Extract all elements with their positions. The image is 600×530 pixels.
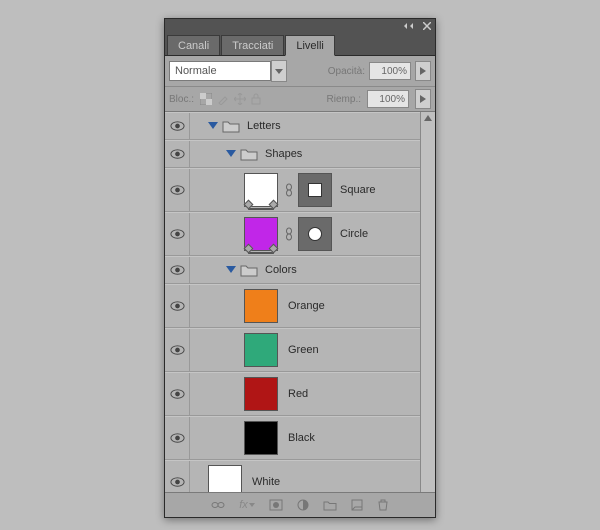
- lock-paint-icon[interactable]: [217, 93, 229, 105]
- disclosure-icon[interactable]: [208, 120, 218, 133]
- new-group-icon[interactable]: [323, 499, 337, 511]
- lock-transparency-icon[interactable]: [200, 93, 212, 105]
- vector-mask-thumb[interactable]: [298, 217, 332, 251]
- fill-flyout[interactable]: [415, 89, 431, 109]
- panel-topbar: [165, 19, 435, 33]
- visibility-icon[interactable]: [170, 121, 185, 131]
- lock-icons: [200, 93, 261, 105]
- link-icon[interactable]: [284, 227, 294, 241]
- mask-icon[interactable]: [269, 499, 283, 511]
- layer-list: Letters Shapes Square: [165, 112, 420, 492]
- layer-thumb[interactable]: [244, 217, 278, 251]
- link-icon[interactable]: [284, 183, 294, 197]
- layer-white[interactable]: White: [165, 460, 420, 492]
- tabs: Canali Tracciati Livelli: [165, 33, 435, 56]
- lock-row: Bloc.: Riemp.: 100%: [165, 87, 435, 112]
- layer-thumb[interactable]: [244, 377, 278, 411]
- tab-livelli[interactable]: Livelli: [285, 35, 335, 56]
- fill-label: Riemp.:: [327, 94, 361, 105]
- blend-mode-caret[interactable]: [271, 60, 287, 82]
- folder-icon: [221, 118, 241, 134]
- layer-name: White: [252, 476, 280, 488]
- layers-panel: Canali Tracciati Livelli Normale Opacità…: [164, 18, 436, 518]
- fx-icon[interactable]: fx: [239, 499, 255, 511]
- layer-circle[interactable]: Circle: [165, 212, 420, 256]
- visibility-icon[interactable]: [170, 345, 185, 355]
- link-layers-icon[interactable]: [211, 500, 225, 510]
- layer-name: Circle: [340, 228, 368, 240]
- visibility-icon[interactable]: [170, 185, 185, 195]
- layer-thumb[interactable]: [244, 333, 278, 367]
- layer-name: Orange: [288, 300, 325, 312]
- lock-all-icon[interactable]: [251, 93, 261, 105]
- layer-thumb[interactable]: [244, 173, 278, 207]
- lock-label: Bloc.:: [169, 94, 194, 105]
- folder-icon: [239, 146, 259, 162]
- visibility-icon[interactable]: [170, 301, 185, 311]
- layer-square[interactable]: Square: [165, 168, 420, 212]
- fill-input[interactable]: 100%: [367, 90, 409, 108]
- new-layer-icon[interactable]: [351, 499, 363, 511]
- layer-orange[interactable]: Orange: [165, 284, 420, 328]
- close-icon[interactable]: [423, 22, 431, 30]
- layer-name: Colors: [265, 264, 297, 276]
- layer-name: Square: [340, 184, 375, 196]
- layer-red[interactable]: Red: [165, 372, 420, 416]
- disclosure-icon[interactable]: [226, 148, 236, 161]
- opacity-input[interactable]: 100%: [369, 62, 411, 80]
- delete-icon[interactable]: [377, 499, 389, 511]
- layer-green[interactable]: Green: [165, 328, 420, 372]
- layer-thumb[interactable]: [208, 465, 242, 492]
- tab-tracciati[interactable]: Tracciati: [221, 35, 284, 55]
- layer-black[interactable]: Black: [165, 416, 420, 460]
- layers-area: Letters Shapes Square: [165, 112, 435, 492]
- visibility-icon[interactable]: [170, 265, 185, 275]
- disclosure-icon[interactable]: [226, 264, 236, 277]
- layer-name: Green: [288, 344, 319, 356]
- scrollbar[interactable]: [420, 112, 435, 492]
- visibility-icon[interactable]: [170, 433, 185, 443]
- blend-row: Normale Opacità: 100%: [165, 56, 435, 87]
- tab-canali[interactable]: Canali: [167, 35, 220, 55]
- visibility-icon[interactable]: [170, 149, 185, 159]
- layer-name: Shapes: [265, 148, 302, 160]
- opacity-flyout[interactable]: [415, 61, 431, 81]
- layer-thumb[interactable]: [244, 421, 278, 455]
- layer-group-shapes[interactable]: Shapes: [165, 140, 420, 168]
- panel-body: Normale Opacità: 100% Bloc.: Riemp.: 100…: [165, 56, 435, 517]
- blend-mode-select[interactable]: Normale: [169, 61, 271, 81]
- vector-mask-thumb[interactable]: [298, 173, 332, 207]
- footer-toolbar: fx: [165, 492, 435, 517]
- layer-name: Letters: [247, 120, 281, 132]
- layer-thumb[interactable]: [244, 289, 278, 323]
- layer-name: Red: [288, 388, 308, 400]
- lock-move-icon[interactable]: [234, 93, 246, 105]
- folder-icon: [239, 262, 259, 278]
- scroll-up-icon[interactable]: [421, 112, 435, 124]
- visibility-icon[interactable]: [170, 477, 185, 487]
- layer-group-letters[interactable]: Letters: [165, 112, 420, 140]
- visibility-icon[interactable]: [170, 389, 185, 399]
- layer-group-colors[interactable]: Colors: [165, 256, 420, 284]
- opacity-label: Opacità:: [328, 66, 365, 77]
- collapse-icon[interactable]: [403, 22, 417, 30]
- visibility-icon[interactable]: [170, 229, 185, 239]
- layer-name: Black: [288, 432, 315, 444]
- adjustment-icon[interactable]: [297, 499, 309, 511]
